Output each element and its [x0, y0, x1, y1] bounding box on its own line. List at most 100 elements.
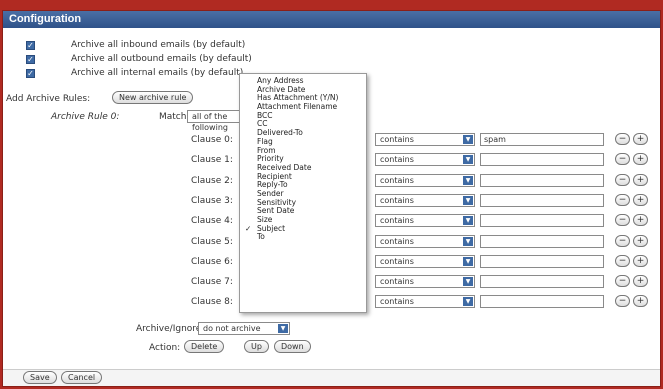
clause-operator-select[interactable]: contains ▼: [375, 193, 475, 207]
clause-operator-value: contains: [380, 135, 414, 144]
match-label: Match:: [159, 112, 190, 122]
clause-label: Clause 0:: [191, 135, 233, 145]
add-clause-button[interactable]: +: [633, 295, 648, 308]
menu-item-label: BCC: [257, 110, 273, 120]
add-clause-button[interactable]: +: [633, 153, 648, 166]
clause-value-input[interactable]: [480, 275, 604, 289]
clause-operator-select[interactable]: contains ▼: [375, 275, 475, 289]
menu-item-label: Reply-To: [257, 180, 288, 190]
remove-clause-button[interactable]: −: [615, 173, 630, 186]
clause-value-input[interactable]: [480, 254, 604, 268]
menu-item-label: CC: [257, 119, 268, 129]
menu-item-label: Received Date: [257, 162, 312, 172]
clause-operator-value: contains: [380, 277, 414, 287]
clause-operator-value: contains: [380, 175, 414, 185]
cancel-button[interactable]: Cancel: [61, 371, 103, 384]
clause-operator-select[interactable]: contains ▼: [375, 254, 475, 268]
clause-operator-select[interactable]: contains ▼: [375, 153, 475, 167]
up-button[interactable]: Up: [244, 340, 269, 353]
archive-ignore-label: Archive/Ignore:: [136, 324, 205, 334]
chevron-down-icon: ▼: [463, 236, 473, 246]
clause-operator-select[interactable]: contains ▼: [375, 234, 475, 248]
match-value: all of the following: [192, 112, 228, 132]
footer-bar: Save Cancel: [3, 369, 660, 386]
menu-item-label: Flag: [257, 136, 273, 146]
add-clause-button[interactable]: +: [633, 254, 648, 267]
chevron-down-icon: ▼: [463, 175, 473, 185]
menu-item-label: Has Attachment (Y/N): [257, 93, 339, 103]
clause-operator-select[interactable]: contains ▼: [375, 295, 475, 309]
clause-operator-select[interactable]: contains ▼: [375, 214, 475, 228]
clause-value-input[interactable]: [480, 234, 604, 248]
option-label-inbound: Archive all inbound emails (by default): [71, 40, 246, 50]
remove-clause-button[interactable]: −: [615, 254, 630, 267]
chevron-down-icon: ▼: [463, 155, 473, 165]
menu-item-label: Size: [257, 215, 273, 224]
chevron-down-icon: ▼: [278, 324, 288, 333]
delete-button[interactable]: Delete: [184, 340, 225, 353]
checkbox-outbound[interactable]: ✓: [26, 55, 35, 64]
menu-item-label: Sent Date: [257, 206, 295, 216]
menu-item[interactable]: To: [240, 233, 366, 242]
menu-item-label: Priority: [257, 154, 284, 164]
clause-label: Clause 7:: [191, 277, 233, 288]
clause-label: Clause 4:: [191, 216, 233, 227]
add-clause-button[interactable]: +: [633, 214, 648, 227]
new-rule-button[interactable]: New archive rule: [112, 91, 194, 104]
clause-operator-value: contains: [380, 297, 414, 307]
clause-value-input[interactable]: [480, 193, 604, 207]
chevron-down-icon: ▼: [463, 216, 473, 226]
clause-operator-select[interactable]: contains ▼: [375, 133, 475, 146]
archive-ignore-select[interactable]: do not archive ▼: [198, 322, 290, 335]
add-clause-button[interactable]: +: [633, 173, 648, 186]
menu-item-label: To: [257, 232, 265, 242]
add-clause-button[interactable]: +: [633, 193, 648, 206]
save-button[interactable]: Save: [23, 371, 57, 384]
clause-label: Clause 8:: [191, 297, 233, 308]
remove-clause-button[interactable]: −: [615, 193, 630, 206]
down-button[interactable]: Down: [274, 340, 311, 353]
chevron-down-icon: ▼: [463, 256, 473, 266]
rule-label: Archive Rule 0:: [51, 112, 120, 122]
clause-value-input[interactable]: [480, 295, 604, 309]
menu-item-label: Sensitivity: [257, 197, 297, 207]
archive-ignore-value: do not archive: [203, 324, 261, 333]
remove-clause-button[interactable]: −: [615, 275, 630, 288]
menu-item-label: From: [257, 145, 276, 155]
add-clause-button[interactable]: +: [633, 275, 648, 288]
remove-clause-button[interactable]: −: [615, 295, 630, 308]
menu-item-label: Sender: [257, 188, 284, 198]
chevron-down-icon: ▼: [463, 195, 473, 205]
clause-value-input[interactable]: [480, 214, 604, 228]
menu-item-label: Recipient: [257, 171, 292, 181]
match-select[interactable]: all of the following: [187, 110, 247, 132]
chevron-down-icon: ▼: [463, 135, 473, 144]
clause-label: Clause 2:: [191, 175, 233, 186]
clause-value-input[interactable]: spam: [480, 133, 604, 146]
menu-item-label: Archive Date: [257, 84, 306, 94]
add-rules-label: Add Archive Rules:: [6, 94, 91, 104]
clause-value-input[interactable]: [480, 153, 604, 167]
clause-operator-select[interactable]: contains ▼: [375, 173, 475, 187]
remove-clause-button[interactable]: −: [615, 153, 630, 166]
menu-item-label: Attachment Filename: [257, 102, 338, 112]
chevron-down-icon: ▼: [463, 297, 473, 307]
field-dropdown-menu[interactable]: Any Address Archive Date Has Attachment (Y…: [239, 73, 367, 313]
checkbox-internal[interactable]: ✓: [26, 69, 35, 78]
option-label-outbound: Archive all outbound emails (by default): [71, 54, 252, 64]
clause-label: Clause 1:: [191, 155, 233, 166]
option-label-internal: Archive all internal emails (by default): [71, 68, 244, 78]
remove-clause-button[interactable]: −: [615, 234, 630, 247]
menu-item-label: Delivered-To: [257, 128, 303, 138]
top-border: [0, 0, 663, 10]
action-label: Action:: [149, 343, 181, 353]
clause-value-input[interactable]: [480, 173, 604, 187]
menu-item-label: Any Address: [257, 76, 304, 85]
remove-clause-button[interactable]: −: [615, 133, 630, 145]
remove-clause-button[interactable]: −: [615, 214, 630, 227]
clause-operator-value: contains: [380, 236, 414, 246]
add-clause-button[interactable]: +: [633, 133, 648, 145]
add-clause-button[interactable]: +: [633, 234, 648, 247]
checkbox-inbound[interactable]: ✓: [26, 41, 35, 50]
clause-label: Clause 5:: [191, 236, 233, 247]
